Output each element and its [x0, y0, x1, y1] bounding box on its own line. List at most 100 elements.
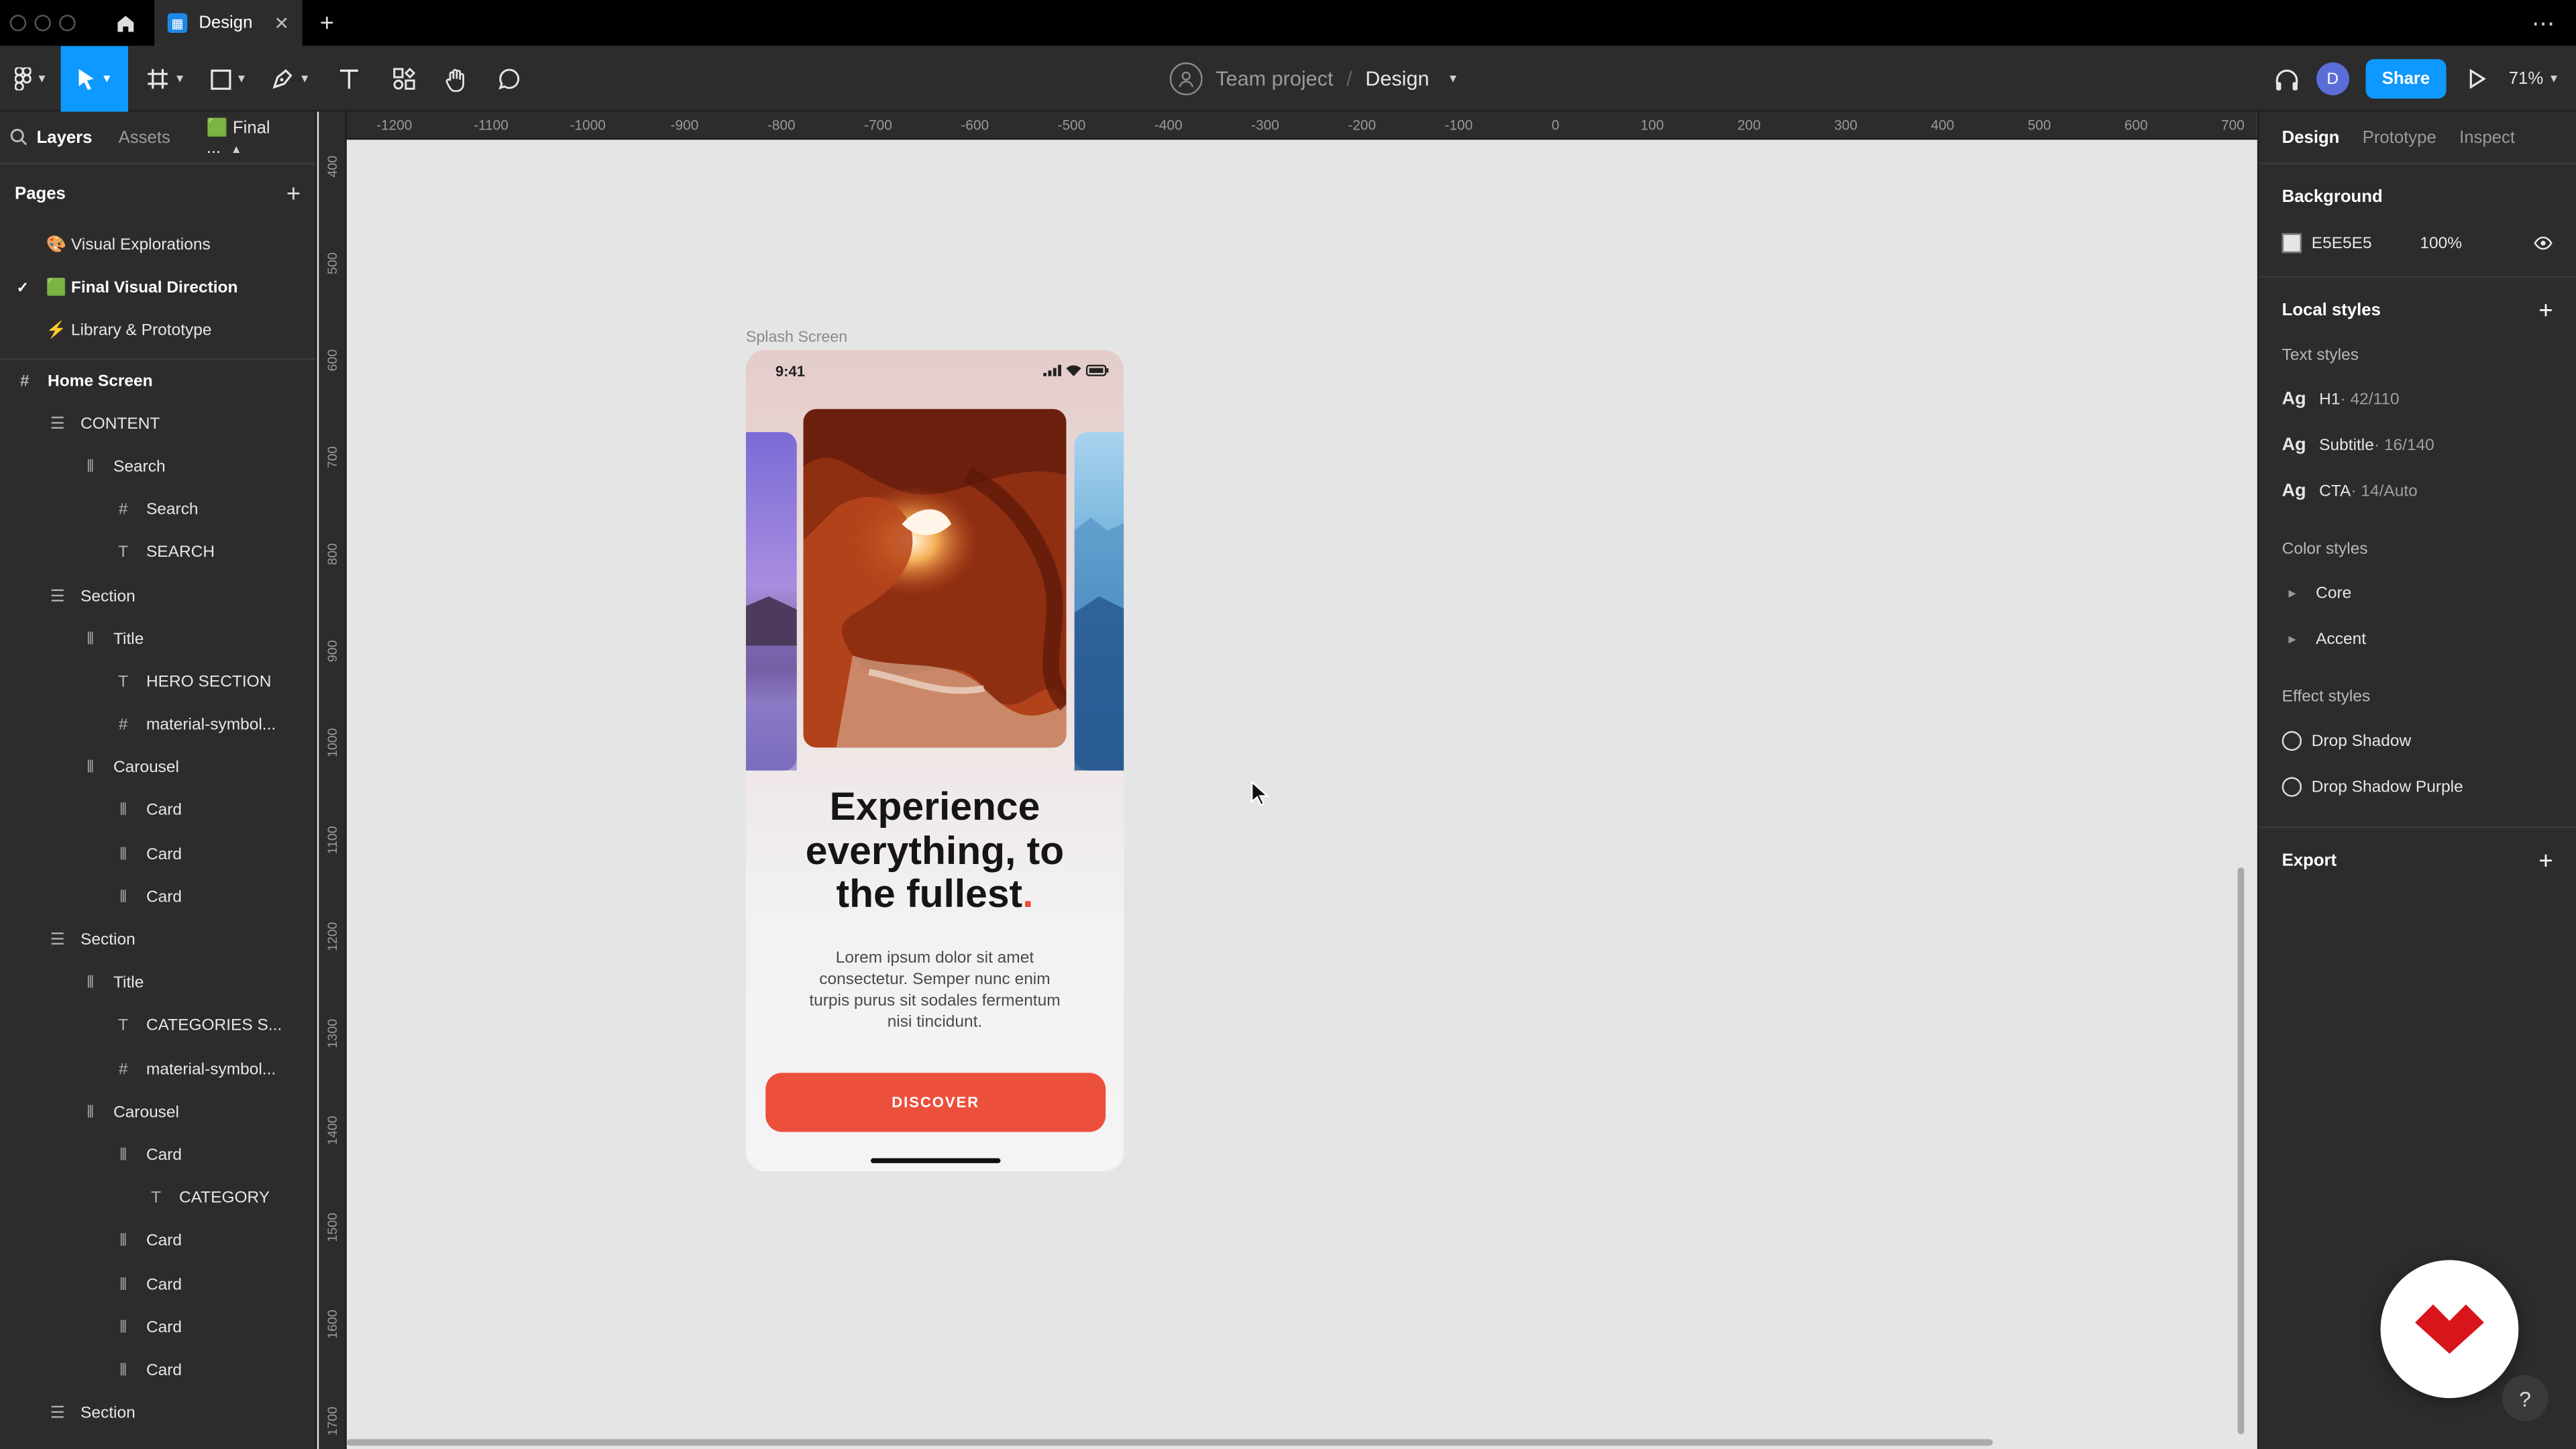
- user-avatar[interactable]: D: [2316, 62, 2349, 96]
- layer-item[interactable]: ⦀ Carousel: [0, 747, 315, 790]
- new-tab-button[interactable]: +: [303, 9, 352, 37]
- layer-item[interactable]: ⦀ Card: [0, 1134, 315, 1177]
- effect-style-item[interactable]: Drop Shadow Purple: [2282, 764, 2553, 810]
- figma-window: ▦ Design ✕ + ⋯ ▼ ▼ ▼ ▼ ▼ Team project / …: [0, 0, 2576, 1449]
- eye-icon[interactable]: [2533, 236, 2553, 250]
- carousel-card-main[interactable]: [803, 409, 1067, 748]
- headphones-icon[interactable]: [2273, 66, 2300, 91]
- discover-button[interactable]: DISCOVER: [765, 1073, 1106, 1132]
- layer-item[interactable]: ⦀ Card: [0, 790, 315, 833]
- text-style-name: Subtitle: [2319, 436, 2374, 455]
- text-style-item[interactable]: Ag CTA · 14/Auto: [2282, 468, 2553, 515]
- layer-label: CONTENT: [80, 415, 160, 434]
- home-button[interactable]: [95, 0, 154, 46]
- layer-item[interactable]: ☰ Section: [0, 919, 315, 962]
- layer-item[interactable]: ⦀ Title: [0, 618, 315, 661]
- layer-item[interactable]: ⦀ Card: [0, 1349, 315, 1392]
- hand-tool-button[interactable]: [439, 46, 475, 112]
- move-tool-button[interactable]: ▼: [60, 46, 129, 112]
- search-layers-icon[interactable]: [0, 128, 37, 146]
- page-item[interactable]: ✓ 🟩 Final Visual Direction: [0, 266, 315, 309]
- text-style-item[interactable]: Ag Subtitle · 16/140: [2282, 422, 2553, 468]
- layer-item[interactable]: ⦀ Search: [0, 446, 315, 489]
- vertical-scrollbar[interactable]: [2237, 867, 2245, 1434]
- team-name-link[interactable]: Team project: [1216, 67, 1333, 90]
- main-menu-button[interactable]: ▼: [7, 46, 56, 112]
- layer-item[interactable]: ☰ CONTENT: [0, 402, 315, 445]
- pen-tool-button[interactable]: ▼: [266, 46, 315, 112]
- frame-tool-button[interactable]: ▼: [142, 46, 191, 112]
- layer-item[interactable]: ⦀ Card: [0, 1306, 315, 1349]
- add-style-icon[interactable]: +: [2538, 297, 2553, 325]
- file-name-button[interactable]: Design: [1365, 67, 1429, 90]
- page-item[interactable]: ⚡ Library & Prototype: [0, 309, 315, 352]
- layer-item[interactable]: T HERO SECTION: [0, 661, 315, 704]
- ruler-tick-label: -1000: [570, 116, 606, 133]
- carousel-card-left[interactable]: [745, 432, 797, 771]
- layer-item[interactable]: ⦀ Title: [0, 962, 315, 1005]
- layer-item[interactable]: ⦀ Carousel: [0, 1091, 315, 1134]
- ruler-tick-label: -600: [961, 116, 989, 133]
- close-tab-icon[interactable]: ✕: [274, 12, 289, 34]
- tab-design[interactable]: Design: [2282, 127, 2340, 147]
- text-style-item[interactable]: Ag H1 · 42/110: [2282, 376, 2553, 423]
- tab-inspect[interactable]: Inspect: [2459, 127, 2515, 147]
- effect-style-item[interactable]: Drop Shadow: [2282, 718, 2553, 764]
- frame-label[interactable]: Splash Screen: [746, 329, 847, 347]
- page-label: ⚡ Library & Prototype: [46, 321, 212, 339]
- tab-assets[interactable]: Assets: [119, 127, 170, 147]
- layer-item[interactable]: ⦀ Card: [0, 1263, 315, 1306]
- comment-tool-button[interactable]: [491, 46, 527, 112]
- zoom-dropdown[interactable]: 71% ▼: [2509, 69, 2560, 89]
- text-tool-button[interactable]: [332, 46, 365, 112]
- shape-tool-button[interactable]: ▼: [204, 46, 253, 112]
- canvas[interactable]: -1200 -1100 -1000 -900 -800 -700 -600 -500 -400-…: [319, 111, 2257, 1449]
- layer-label: Carousel: [113, 1104, 180, 1122]
- layer-item[interactable]: ⦀ Card: [0, 1220, 315, 1263]
- layer-item[interactable]: ☰ Section: [0, 575, 315, 618]
- layer-item[interactable]: ⦀ Card: [0, 876, 315, 919]
- layer-item[interactable]: # material-symbol...: [0, 704, 315, 747]
- page-item[interactable]: 🎨 Visual Explorations: [0, 223, 315, 266]
- background-hex[interactable]: E5E5E5: [2312, 234, 2410, 252]
- close-window-button[interactable]: [9, 15, 27, 32]
- color-style-group[interactable]: ▶ Accent: [2282, 616, 2553, 662]
- color-swatch[interactable]: [2282, 233, 2302, 254]
- ruler-tick-label: 900: [325, 639, 340, 661]
- current-page-dropdown[interactable]: 🟩 Final ... ▲: [207, 117, 289, 158]
- layer-item[interactable]: ☰ Section: [0, 1393, 315, 1436]
- layer-item[interactable]: # Home Screen: [0, 360, 315, 402]
- layer-item[interactable]: T CATEGORIES S...: [0, 1005, 315, 1048]
- carousel-card-right[interactable]: [1074, 432, 1124, 771]
- layer-item[interactable]: # material-symbol...: [0, 1048, 315, 1091]
- plugin-launcher-button[interactable]: [2380, 1260, 2519, 1399]
- color-style-group[interactable]: ▶ Core: [2282, 570, 2553, 616]
- resources-tool-button[interactable]: [386, 46, 423, 112]
- layer-item[interactable]: T SEARCH: [0, 532, 315, 575]
- add-page-icon[interactable]: +: [286, 180, 301, 208]
- right-panel-tabs: Design Prototype Inspect: [2259, 112, 2576, 164]
- horizontal-scrollbar[interactable]: [346, 1439, 1993, 1446]
- tab-prototype[interactable]: Prototype: [2363, 127, 2436, 147]
- layer-item[interactable]: ⦀ Card: [0, 833, 315, 876]
- left-panel-tabs: Layers Assets 🟩 Final ... ▲: [0, 112, 316, 164]
- share-button[interactable]: Share: [2365, 59, 2447, 99]
- home-icon: [117, 15, 133, 32]
- layer-item[interactable]: # Search: [0, 489, 315, 532]
- zoom-window-button[interactable]: [59, 15, 76, 32]
- background-opacity[interactable]: 100%: [2420, 234, 2462, 252]
- help-button[interactable]: ?: [2502, 1375, 2548, 1421]
- splash-screen-frame[interactable]: 9:41 Experience everything, to the fulle…: [745, 350, 1124, 1172]
- minimize-window-button[interactable]: [34, 15, 51, 32]
- tab-design[interactable]: ▦ Design ✕: [154, 0, 303, 46]
- present-play-icon[interactable]: [2469, 68, 2486, 89]
- layers-tree: # Home Screen ☰ CONTENT ⦀ Search # Search T SEARC…: [0, 360, 315, 1435]
- vertical-stack-icon: ☰: [50, 1405, 65, 1424]
- background-fill-row[interactable]: E5E5E5 100%: [2282, 220, 2553, 266]
- layer-item[interactable]: T CATEGORY: [0, 1177, 315, 1220]
- more-options-icon[interactable]: ⋯: [2532, 10, 2557, 38]
- tab-layers[interactable]: Layers: [37, 127, 93, 147]
- add-export-icon[interactable]: +: [2538, 847, 2553, 875]
- chevron-down-icon[interactable]: ▼: [1447, 73, 1458, 85]
- chevron-down-icon: ▼: [174, 72, 186, 85]
